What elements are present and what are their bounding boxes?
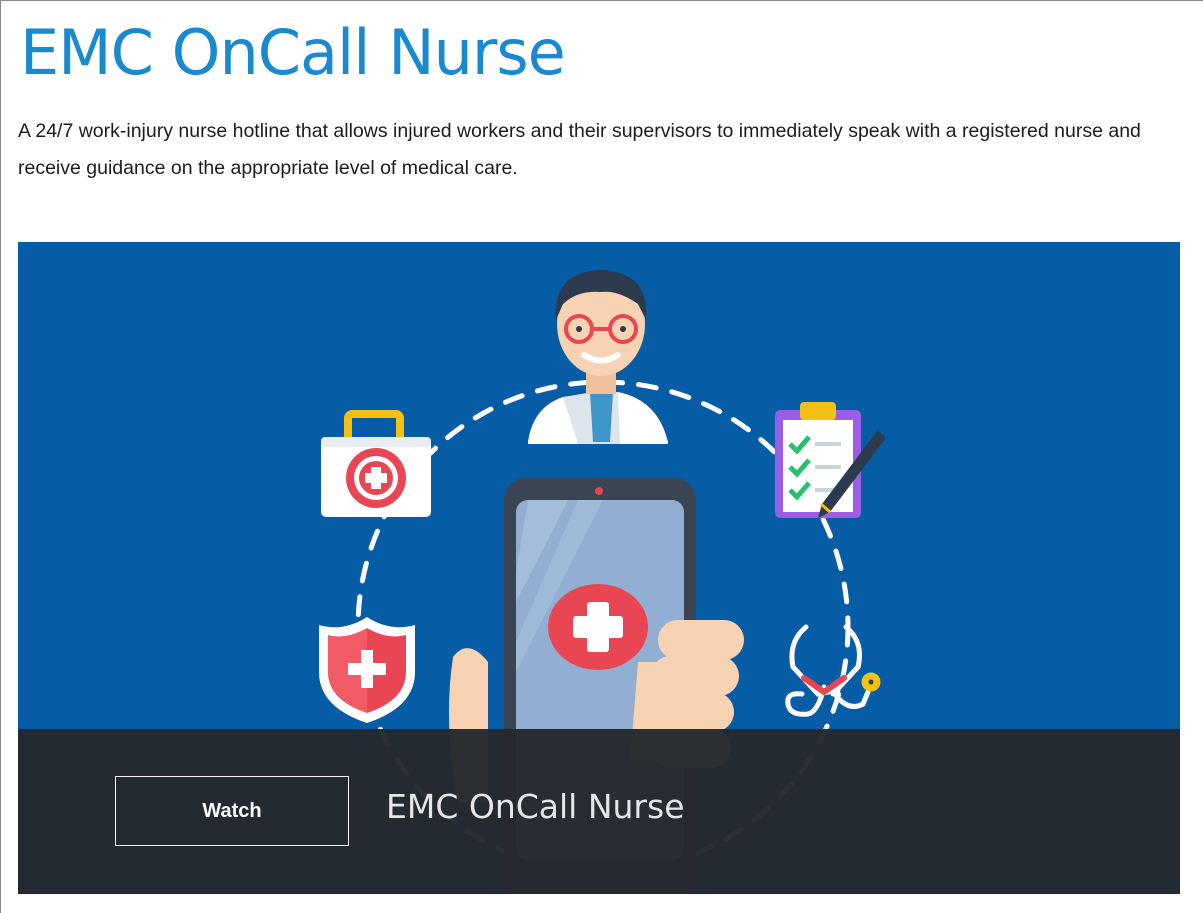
video-thumbnail[interactable]: Watch EMC OnCall Nurse — [18, 242, 1180, 894]
doctor-avatar-icon — [528, 270, 668, 444]
page-description: A 24/7 work-injury nurse hotline that al… — [18, 120, 1141, 179]
page-title: EMC OnCall Nurse — [20, 16, 566, 89]
first-aid-kit-icon — [321, 410, 431, 517]
clipboard-checklist-icon — [775, 402, 886, 518]
page-frame: EMC OnCall Nurse A 24/7 work-injury nurs… — [0, 0, 1203, 913]
medical-shield-icon — [319, 617, 415, 723]
video-caption-bar: Watch EMC OnCall Nurse — [18, 729, 1180, 894]
video-title: EMC OnCall Nurse — [386, 787, 685, 826]
stethoscope-icon — [785, 624, 881, 717]
watch-button[interactable]: Watch — [115, 776, 349, 846]
